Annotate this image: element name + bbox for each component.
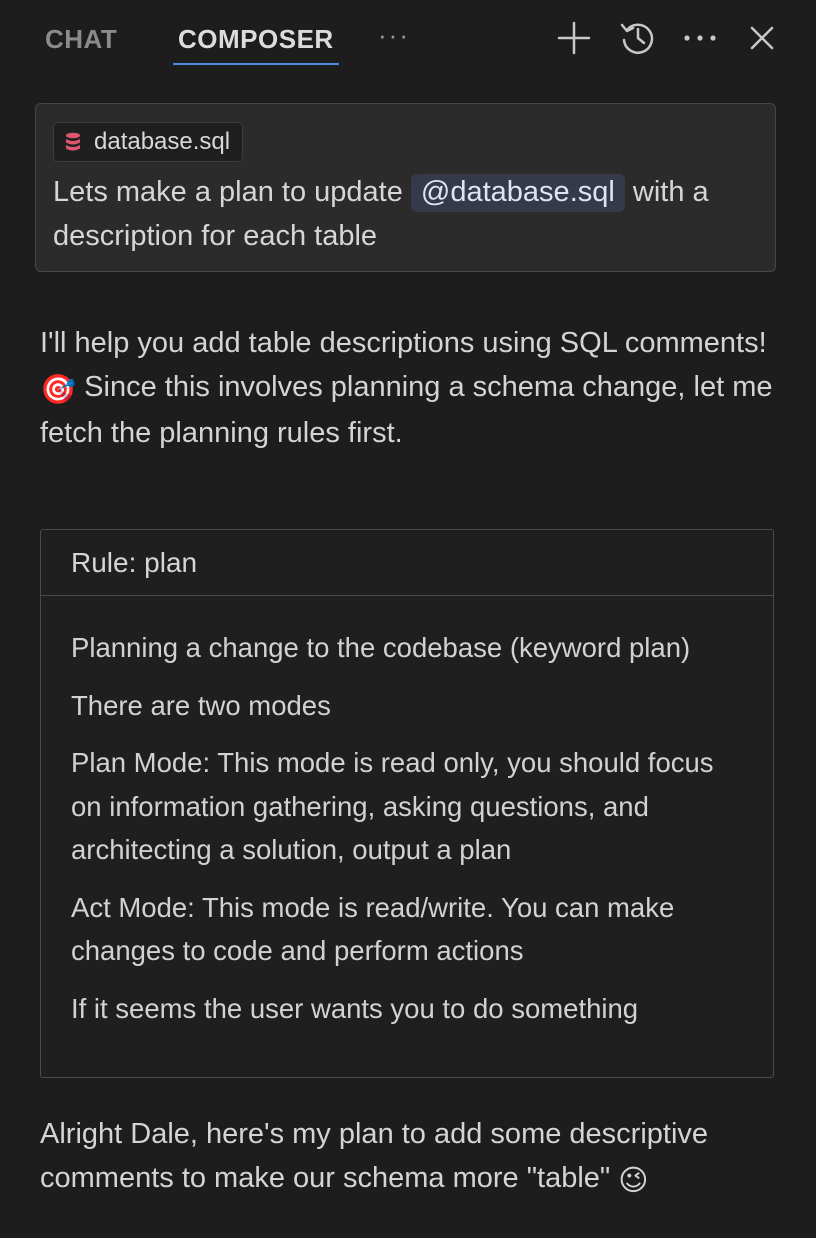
history-icon [620,23,654,54]
file-context-chip[interactable]: database.sql [53,122,244,162]
assistant-message-intro: I'll help you add table descriptions usi… [40,322,780,456]
tabs-overflow-button[interactable]: ··· [378,20,410,51]
tab-composer[interactable]: COMPOSER [178,22,334,56]
user-text-before: Lets make a plan to update [53,176,411,208]
file-chip-label: database.sql [94,128,231,155]
database-icon [66,132,80,151]
rule-line: There are two modes [71,689,331,721]
rule-card: Rule: plan Planning a change to the code… [40,529,774,1078]
wink-emoji: 😉 [618,1164,649,1197]
close-icon [750,26,774,50]
intro-text-part1: I'll help you add table descriptions usi… [40,327,767,359]
close-button[interactable] [742,18,782,58]
composer-header: CHAT COMPOSER ··· [0,0,816,72]
rule-line: Act Mode: This mode is read/write. You c… [71,891,675,967]
assistant-message-followup: Alright Dale, here's my plan to add some… [40,1113,780,1203]
plus-icon [557,21,591,55]
intro-text-part2: Since this involves planning a schema ch… [40,370,773,450]
rule-line: If it seems the user wants you to do som… [71,992,639,1024]
followup-text: Alright Dale, here's my plan to add some… [40,1118,709,1194]
ellipsis-icon [684,35,716,41]
file-mention[interactable]: @database.sql [410,174,625,212]
rule-line: Planning a change to the codebase (keywo… [71,632,691,663]
rule-content: Planning a change to the codebase (keywo… [71,626,751,1044]
target-emoji: 🎯 [40,373,77,406]
more-options-button[interactable] [680,18,720,58]
user-message-text: Lets make a plan to update @database.sql… [53,170,765,258]
rule-line: Plan Mode: This mode is read only, you s… [71,747,714,865]
user-message[interactable]: database.sql Lets make a plan to update … [35,103,776,272]
new-composer-button[interactable] [554,18,594,58]
history-button[interactable] [618,18,658,58]
active-tab-indicator [173,63,339,65]
rule-title[interactable]: Rule: plan [41,530,773,596]
tab-chat[interactable]: CHAT [45,22,117,56]
